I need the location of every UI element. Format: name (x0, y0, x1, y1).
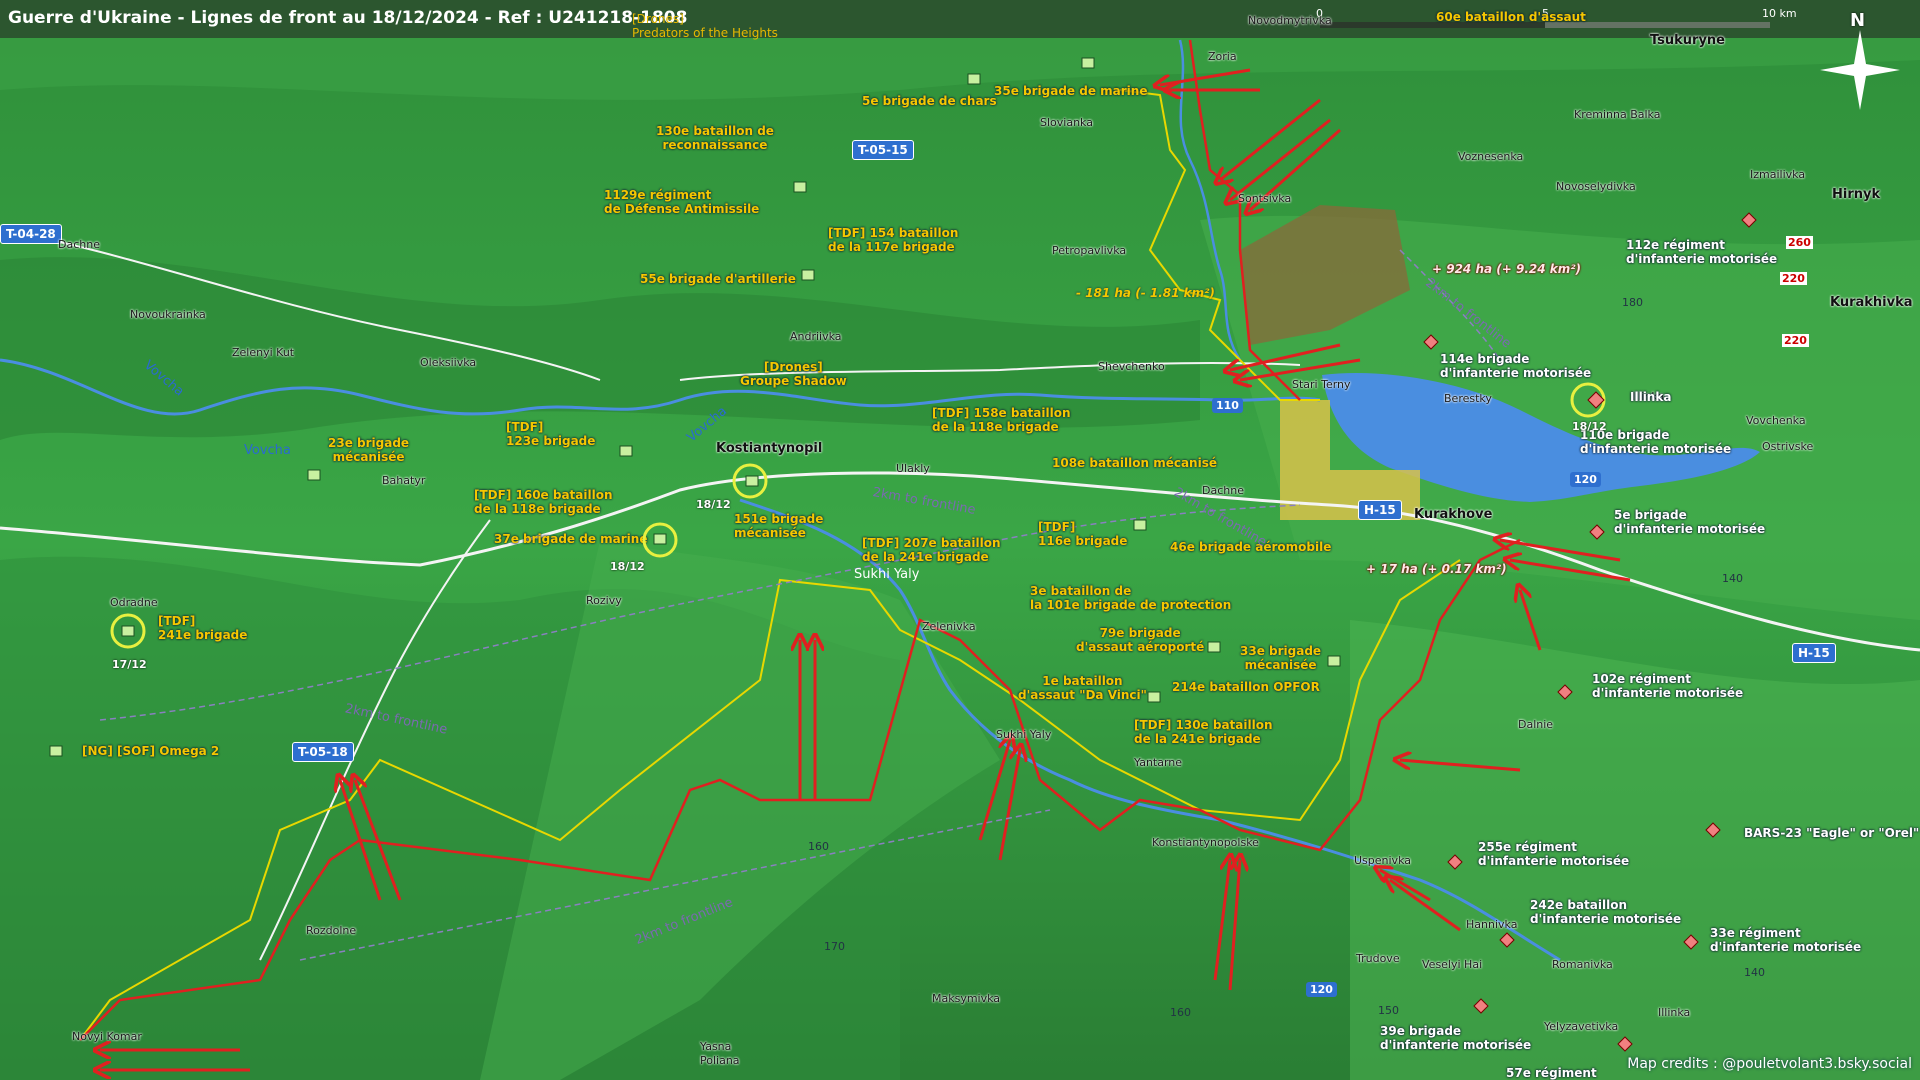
ua-marker-11 (1207, 641, 1221, 653)
elevation-5: 160 (1170, 1006, 1191, 1019)
date-label-4: 18/12 (1572, 420, 1607, 433)
elevation-3: 160 (808, 840, 829, 853)
ua-marker-6 (307, 469, 321, 481)
ua-marker-14 (1147, 691, 1161, 703)
elevation-6: 150 (1378, 1004, 1399, 1017)
map-credits: Map credits : @pouletvolant3.bsky.social (1627, 1056, 1912, 1072)
elevation-7: 140 (1744, 966, 1765, 979)
front-line-map: Guerre d'Ukraine - Lignes de front au 18… (0, 0, 1920, 1080)
ua-marker-12 (1327, 655, 1341, 667)
ua-marker-2 (801, 269, 815, 281)
ua-marker-4 (967, 73, 981, 85)
date-label-3: 17/12 (112, 658, 147, 671)
date-label-2: 18/12 (610, 560, 645, 573)
ua-marker-7 (745, 475, 759, 487)
ua-marker-13 (49, 745, 63, 757)
area-gain-small: + 17 ha (+ 0.17 km²) (1366, 562, 1507, 576)
area-gain-big: + 924 ha (+ 9.24 km²) (1432, 262, 1582, 276)
unit-markers-layer (49, 57, 1757, 1052)
ua-marker-10 (1133, 519, 1147, 531)
elevation-2: 140 (1722, 572, 1743, 585)
date-label-1: 18/12 (696, 498, 731, 511)
ua-marker-3 (1081, 57, 1095, 69)
ua-marker-9 (121, 625, 135, 637)
ua-marker-8 (653, 533, 667, 545)
area-loss: - 181 ha (- 1.81 km²) (1076, 286, 1215, 300)
ua-marker-1 (793, 181, 807, 193)
illinka-marker-label: Illinka (1630, 390, 1672, 404)
elevation-1: 180 (1622, 296, 1643, 309)
ua-marker-5 (619, 445, 633, 457)
elevation-4: 170 (824, 940, 845, 953)
